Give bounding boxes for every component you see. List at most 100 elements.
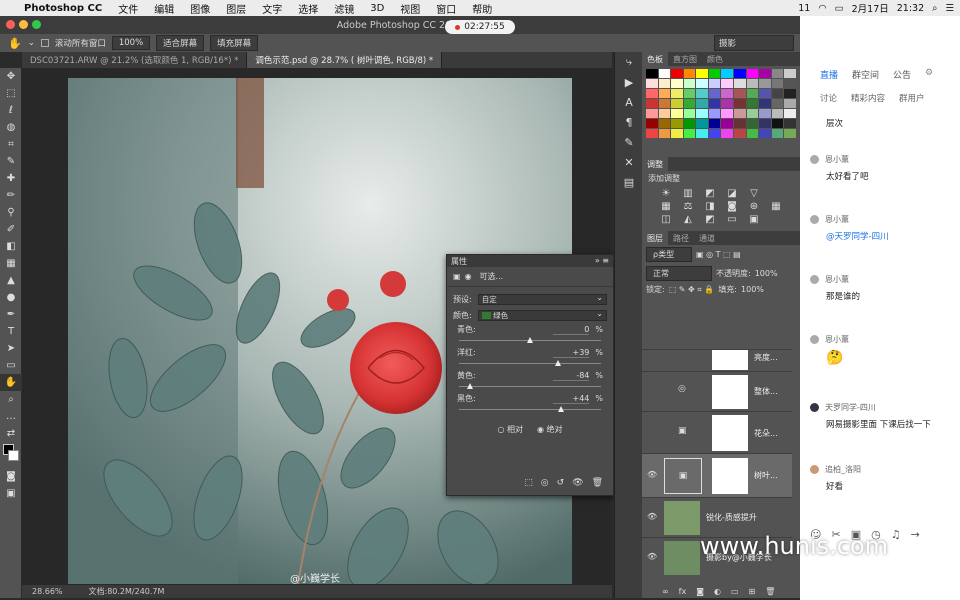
avatar[interactable] — [810, 403, 819, 412]
swatch[interactable] — [734, 79, 746, 88]
brush-presets-icon[interactable]: ✎ — [615, 132, 643, 152]
reset-icon[interactable]: ↺ — [557, 478, 565, 488]
swatch[interactable] — [696, 119, 708, 128]
slider-value-input[interactable]: +44 — [553, 394, 590, 404]
swatch[interactable] — [671, 129, 683, 138]
scroll-all-checkbox[interactable] — [40, 39, 49, 47]
slider-track[interactable] — [459, 382, 601, 392]
swatch[interactable] — [784, 99, 796, 108]
bell-icon[interactable]: ♫ — [891, 528, 901, 541]
message-user[interactable]: 恩小薰 — [825, 274, 849, 285]
swatch[interactable] — [708, 109, 721, 118]
swatch[interactable] — [646, 79, 658, 88]
swatch[interactable] — [771, 69, 784, 78]
lasso-tool-icon[interactable]: ℓ — [0, 102, 22, 119]
slider-thumb[interactable] — [554, 360, 561, 366]
avatar[interactable] — [810, 335, 819, 344]
eye-icon[interactable]: 👁 — [647, 470, 657, 479]
selective-color-icon[interactable]: ▣ — [744, 214, 764, 225]
swatch[interactable] — [658, 129, 671, 138]
absolute-radio[interactable]: ◉ 绝对 — [537, 424, 563, 435]
levels-icon[interactable]: ▥ — [678, 188, 698, 199]
swatch[interactable] — [696, 99, 708, 108]
wifi-icon[interactable]: ◠ — [818, 3, 826, 14]
properties-icon[interactable]: ▤ — [615, 172, 643, 192]
status-zoom[interactable]: 28.66% — [32, 587, 63, 596]
slider-value-input[interactable]: +39 — [553, 348, 590, 358]
swatch[interactable] — [696, 89, 708, 98]
swatch[interactable] — [746, 69, 759, 78]
photo-filter-icon[interactable]: ◙ — [722, 201, 742, 212]
slider-value-input[interactable]: -84 — [553, 371, 590, 381]
swatch[interactable] — [658, 119, 671, 128]
swatch[interactable] — [671, 69, 683, 78]
avatar[interactable] — [810, 465, 819, 474]
swatch[interactable] — [746, 109, 759, 118]
add-mask-icon[interactable]: ◙ — [696, 587, 704, 596]
swatch[interactable] — [646, 69, 658, 78]
swatch[interactable] — [771, 89, 784, 98]
swatch[interactable] — [696, 109, 708, 118]
tab-color[interactable]: 颜色 — [702, 52, 728, 66]
pen-tool-icon[interactable]: ✒ — [0, 306, 22, 323]
swatch[interactable] — [683, 99, 696, 108]
screen-mode-icon[interactable]: ▣ — [0, 485, 22, 502]
swatch[interactable] — [759, 119, 771, 128]
swatch[interactable] — [734, 89, 746, 98]
swatch[interactable] — [683, 129, 696, 138]
message-text[interactable]: @天罗同学-四川 — [826, 230, 889, 242]
slider-thumb[interactable] — [527, 337, 533, 343]
eyedropper-tool-icon[interactable]: ✎ — [0, 153, 22, 170]
tab-channels[interactable]: 通道 — [694, 231, 720, 245]
send-arrow-icon[interactable]: → — [911, 528, 920, 541]
swatch[interactable] — [734, 69, 746, 78]
menu-select[interactable]: 选择 — [290, 1, 326, 16]
menu-type[interactable]: 文字 — [254, 1, 290, 16]
colors-select[interactable]: 绿色 — [477, 309, 607, 321]
blend-mode-select[interactable]: 正常 — [646, 266, 712, 281]
preset-select[interactable]: 自定 — [477, 293, 607, 305]
tool-preset-chevron-icon[interactable]: ⌄ — [28, 38, 35, 48]
menu-app-name[interactable]: Photoshop CC — [16, 3, 110, 14]
layer-row[interactable]: ◎ 整体... — [642, 371, 792, 411]
swatch[interactable] — [721, 79, 734, 88]
tab-announcement[interactable]: 公告 — [893, 68, 911, 81]
swatch[interactable] — [658, 99, 671, 108]
swatch[interactable] — [671, 89, 683, 98]
vibrance-icon[interactable]: ▽ — [744, 188, 764, 199]
swatch[interactable] — [646, 89, 658, 98]
swatch[interactable] — [746, 89, 759, 98]
subtab-members[interactable]: 群用户 — [899, 92, 925, 104]
link-icon[interactable]: ∞ — [662, 587, 669, 596]
swatch-grid[interactable] — [642, 66, 800, 141]
balance-icon[interactable]: ⚖ — [678, 201, 698, 212]
swatch[interactable] — [671, 119, 683, 128]
message-user[interactable]: 恩小薰 — [825, 214, 849, 225]
slider-track[interactable] — [459, 336, 601, 346]
new-group-icon[interactable]: ▭ — [731, 587, 739, 596]
move-tool-icon[interactable]: ✥ — [0, 68, 22, 85]
mask-icon[interactable]: ◉ — [465, 272, 472, 281]
swatch[interactable] — [646, 99, 658, 108]
gradient-map-icon[interactable]: ▭ — [722, 214, 742, 225]
search-icon[interactable]: ⌕ — [932, 3, 937, 14]
relative-radio[interactable]: ○ 相对 — [497, 424, 523, 435]
menu-list-icon[interactable]: ☰ — [945, 3, 954, 14]
slider-track[interactable] — [459, 359, 601, 369]
swatch[interactable] — [721, 99, 734, 108]
clone-source-icon[interactable]: ✕ — [615, 152, 643, 172]
swatch[interactable] — [784, 119, 796, 128]
lock-icons[interactable]: ⬚ ✎ ✥ ⌗ 🔒 — [669, 285, 715, 295]
swatch[interactable] — [671, 79, 683, 88]
swatch[interactable] — [721, 129, 734, 138]
slider-thumb[interactable] — [558, 406, 565, 412]
swatch[interactable] — [646, 109, 658, 118]
layer-filter-select[interactable]: ρ类型 — [646, 247, 692, 262]
quick-mask-icon[interactable]: ◙ — [0, 468, 22, 485]
message-user[interactable]: 追柏_洛阳 — [825, 464, 861, 475]
healing-tool-icon[interactable]: ✚ — [0, 170, 22, 187]
swatch[interactable] — [771, 99, 784, 108]
tab-live[interactable]: 直播 — [820, 68, 838, 81]
fit-screen-button[interactable]: 适合屏幕 — [156, 35, 205, 51]
swatch[interactable] — [646, 119, 658, 128]
